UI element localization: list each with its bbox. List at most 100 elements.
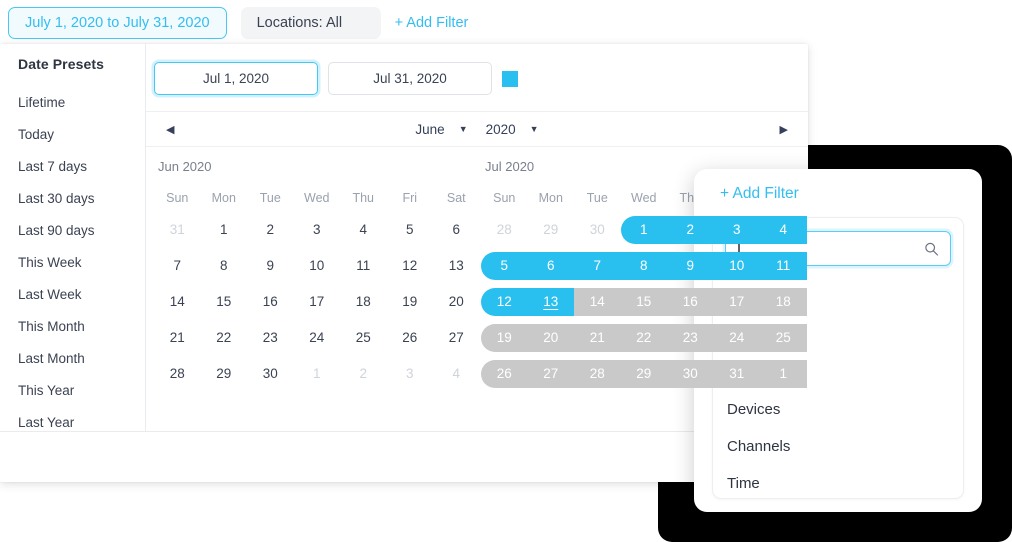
calendar-day-cell[interactable]: 3	[714, 216, 761, 244]
calendar-day-cell[interactable]: 1	[201, 216, 248, 244]
range-color-swatch[interactable]	[502, 70, 518, 87]
calendar-day-cell[interactable]: 6	[433, 216, 480, 244]
calendar-day-cell[interactable]: 14	[574, 288, 621, 316]
calendar-day-cell[interactable]: 9	[247, 252, 294, 280]
calendar-day-cell[interactable]: 31	[714, 360, 761, 388]
calendar-day-cell[interactable]: 20	[433, 288, 480, 316]
calendar-day-cell[interactable]: 30	[667, 360, 714, 388]
calendar-day-cell[interactable]: 26	[387, 324, 434, 352]
calendar-day-cell[interactable]: 19	[387, 288, 434, 316]
calendar-day-cell[interactable]: 23	[247, 324, 294, 352]
calendar-day-cell[interactable]: 1	[621, 216, 668, 244]
calendar-day-cell[interactable]: 21	[154, 324, 201, 352]
calendar-day-cell[interactable]: 7	[154, 252, 201, 280]
date-preset-item[interactable]: Last Week	[18, 279, 145, 311]
calendar-day-cell[interactable]: 9	[667, 252, 714, 280]
calendar-day-cell[interactable]: 5	[387, 216, 434, 244]
calendar-day-cell[interactable]: 20	[528, 324, 575, 352]
calendar-day-cell[interactable]: 25	[760, 324, 807, 352]
filter-option-item[interactable]: Time	[725, 465, 951, 498]
date-preset-item[interactable]: This Week	[18, 247, 145, 279]
year-dropdown[interactable]: 2020 ▼	[486, 122, 539, 137]
calendar-day-cell[interactable]: 13	[528, 288, 575, 316]
calendar-day-cell[interactable]: 26	[481, 360, 528, 388]
calendar-day-cell[interactable]: 2	[667, 216, 714, 244]
prev-month-icon[interactable]: ◀	[160, 123, 180, 136]
calendar-month: Jun 2020 Sun Mon Tue Wed Thu Fri Sat 31 1 2 3 4 5 6 7 8 9…	[154, 159, 481, 392]
calendar-day-cell[interactable]: 24	[714, 324, 761, 352]
calendar-day-cell[interactable]: 16	[667, 288, 714, 316]
calendar-day-cell[interactable]: 18	[340, 288, 387, 316]
add-filter-popup-title[interactable]: + Add Filter	[720, 185, 964, 203]
calendar-day-cell[interactable]: 27	[528, 360, 575, 388]
calendar-day-cell[interactable]: 3	[294, 216, 341, 244]
date-preset-item[interactable]: This Month	[18, 311, 145, 343]
filter-option-item[interactable]: Devices	[725, 391, 951, 428]
start-date-field[interactable]: Jul 1, 2020	[154, 62, 318, 95]
date-preset-item[interactable]: Today	[18, 119, 145, 151]
calendar-month-label: Jun 2020	[158, 159, 212, 174]
calendar-day-cell[interactable]: 12	[387, 252, 434, 280]
calendar-day-cell[interactable]: 4	[433, 360, 480, 388]
calendar-day-cell[interactable]: 22	[621, 324, 668, 352]
calendar-day-cell[interactable]: 1	[294, 360, 341, 388]
calendar-day-cell[interactable]: 10	[294, 252, 341, 280]
locations-chip[interactable]: Locations: All	[240, 7, 381, 39]
date-preset-item[interactable]: Last 7 days	[18, 151, 145, 183]
end-date-field[interactable]: Jul 31, 2020	[328, 62, 492, 95]
calendar-day-cell[interactable]: 24	[294, 324, 341, 352]
search-icon[interactable]	[924, 241, 939, 256]
calendar-day-cell[interactable]: 1	[760, 360, 807, 388]
calendar-day-cell[interactable]: 23	[667, 324, 714, 352]
weekday-label: Wed	[304, 191, 330, 205]
calendar-day-cell[interactable]: 7	[574, 252, 621, 280]
calendar-week-row: 5 6 7 8 9 10 11	[481, 248, 808, 284]
calendar-day-cell[interactable]: 29	[201, 360, 248, 388]
date-range-chip[interactable]: July 1, 2020 to July 31, 2020	[8, 7, 227, 39]
date-preset-item[interactable]: Last 90 days	[18, 215, 145, 247]
filter-option-item[interactable]: Channels	[725, 428, 951, 465]
add-filter-button[interactable]: + Add Filter	[395, 15, 469, 31]
calendar-day-cell[interactable]: 14	[154, 288, 201, 316]
date-preset-item[interactable]: Lifetime	[18, 87, 145, 119]
calendar-day-cell[interactable]: 27	[433, 324, 480, 352]
calendar-day-cell[interactable]: 5	[481, 252, 528, 280]
calendar-day-cell[interactable]: 2	[247, 216, 294, 244]
calendar-day-cell[interactable]: 4	[340, 216, 387, 244]
calendar-day-cell[interactable]: 8	[201, 252, 248, 280]
calendar-day-cell[interactable]: 11	[760, 252, 807, 280]
calendar-day-cell[interactable]: 25	[340, 324, 387, 352]
calendar-week-row: 7 8 9 10 11 12 13	[154, 248, 481, 284]
calendar-day-cell[interactable]: 8	[621, 252, 668, 280]
calendar-day-cell[interactable]: 19	[481, 324, 528, 352]
calendar-day-cell[interactable]: 2	[340, 360, 387, 388]
calendar-day-cell[interactable]: 16	[247, 288, 294, 316]
calendar-day-cell[interactable]: 10	[714, 252, 761, 280]
calendar-day-cell[interactable]: 17	[714, 288, 761, 316]
calendar-day-cell[interactable]: 22	[201, 324, 248, 352]
calendar-day-cell[interactable]: 18	[760, 288, 807, 316]
calendar-day-cell[interactable]: 28	[481, 216, 528, 244]
calendar-day-cell[interactable]: 21	[574, 324, 621, 352]
date-preset-item[interactable]: This Year	[18, 375, 145, 407]
calendar-day-cell[interactable]: 6	[528, 252, 575, 280]
calendar-day-cell[interactable]: 4	[760, 216, 807, 244]
calendar-day-cell[interactable]: 29	[621, 360, 668, 388]
calendar-day-cell[interactable]: 31	[154, 216, 201, 244]
calendar-day-cell[interactable]: 12	[481, 288, 528, 316]
calendar-day-cell[interactable]: 17	[294, 288, 341, 316]
calendar-day-cell[interactable]: 29	[528, 216, 575, 244]
month-dropdown[interactable]: June ▼	[415, 122, 467, 137]
calendar-day-cell[interactable]: 3	[387, 360, 434, 388]
calendar-day-cell[interactable]: 15	[621, 288, 668, 316]
date-preset-item[interactable]: Last 30 days	[18, 183, 145, 215]
calendar-day-cell[interactable]: 28	[574, 360, 621, 388]
calendar-day-cell[interactable]: 15	[201, 288, 248, 316]
date-preset-item[interactable]: Last Month	[18, 343, 145, 375]
calendar-day-cell[interactable]: 28	[154, 360, 201, 388]
next-month-icon[interactable]: ▶	[774, 123, 794, 136]
calendar-day-cell[interactable]: 30	[247, 360, 294, 388]
calendar-day-cell[interactable]: 30	[574, 216, 621, 244]
calendar-day-cell[interactable]: 11	[340, 252, 387, 280]
calendar-day-cell[interactable]: 13	[433, 252, 480, 280]
